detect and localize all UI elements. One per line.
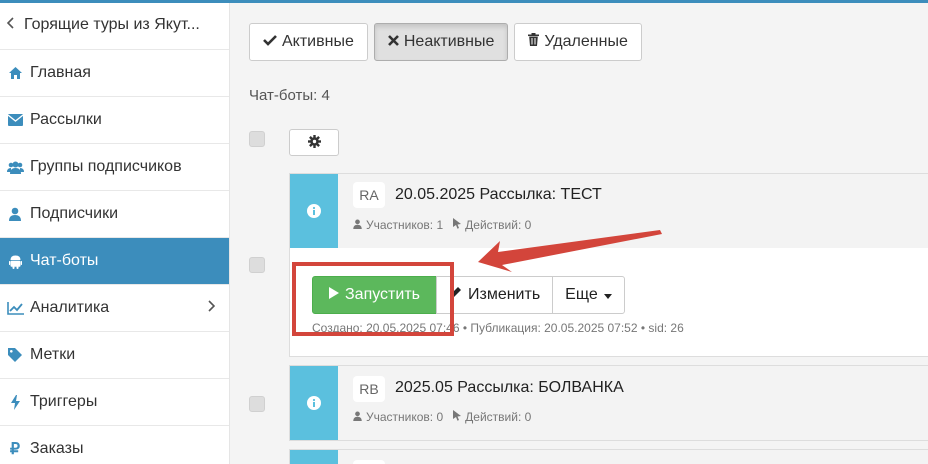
sidebar-item-chatbots[interactable]: Чат-боты (0, 238, 229, 285)
sidebar-item-mailings[interactable]: Рассылки (0, 97, 229, 144)
sidebar-item-label: Триггеры (30, 393, 98, 410)
participants-count: Участников: 0 (366, 410, 444, 424)
sidebar-item-label: Группы подписчиков (30, 158, 182, 175)
pointer-icon (453, 218, 462, 232)
sidebar-item-triggers[interactable]: Триггеры (0, 379, 229, 426)
home-icon (0, 66, 30, 80)
filter-inactive-label: Неактивные (403, 33, 495, 50)
user-icon (353, 410, 362, 424)
caret-down-icon (603, 286, 612, 304)
info-icon[interactable] (290, 366, 338, 440)
sidebar-item-tags[interactable]: Метки (0, 332, 229, 379)
project-name: Горящие туры из Якут... (24, 15, 200, 33)
info-strip (290, 450, 338, 464)
android-icon (0, 254, 30, 269)
info-icon[interactable] (290, 174, 338, 248)
chevron-left-icon (6, 16, 24, 33)
chatbot-card-header (338, 450, 928, 464)
filter-inactive-button[interactable]: Неактивные (373, 23, 509, 61)
chatbot-card-header: RA 20.05.2025 Рассылка: ТЕСТ Участников:… (338, 174, 928, 248)
chatbot-card: RB 2025.05 Рассылка: БОЛВАНКА Участников… (289, 365, 928, 441)
chatbot-count: Чат-боты: 4 (249, 87, 330, 104)
select-all-checkbox[interactable] (249, 131, 265, 147)
sidebar-item-label: Главная (30, 64, 91, 81)
sidebar-item-label: Заказы (30, 440, 84, 457)
filter-deleted-label: Удаленные (544, 33, 628, 50)
filter-deleted-button[interactable]: Удаленные (514, 23, 642, 61)
sidebar-item-home[interactable]: Главная (0, 50, 229, 97)
close-icon (387, 33, 399, 51)
pointer-icon (453, 410, 462, 424)
line-chart-icon (0, 301, 30, 315)
bot-badge: RB (353, 376, 385, 402)
filter-active-label: Активные (282, 33, 354, 50)
sidebar-item-subscriber-groups[interactable]: Группы подписчиков (0, 144, 229, 191)
main-content: Активные Неактивные Удаленные Чат-боты: … (231, 3, 928, 464)
bot-select-checkbox[interactable] (249, 257, 265, 273)
sidebar-item-subscribers[interactable]: Подписчики (0, 191, 229, 238)
chatbot-card-header: RB 2025.05 Рассылка: БОЛВАНКА Участников… (338, 366, 928, 440)
sidebar-item-label: Подписчики (30, 205, 119, 222)
sidebar-header[interactable]: Горящие туры из Якут... (0, 0, 229, 50)
participants-count: Участников: 1 (366, 218, 444, 232)
sidebar: Горящие туры из Якут... Главная Рассылки… (0, 0, 230, 464)
users-icon (0, 161, 30, 174)
top-accent-bar (0, 0, 928, 3)
filter-active-button[interactable]: Активные (249, 23, 368, 61)
more-dropdown-button[interactable]: Еще (552, 276, 625, 314)
ruble-icon: ₽ (9, 441, 21, 458)
actions-count: Действий: 0 (465, 218, 532, 232)
bot-badge: RA (353, 182, 385, 208)
envelope-icon (0, 114, 30, 126)
actions-count: Действий: 0 (465, 410, 532, 424)
bot-title[interactable]: 2025.05 Рассылка: БОЛВАНКА (395, 379, 624, 397)
bot-title[interactable]: 20.05.2025 Рассылка: ТЕСТ (395, 186, 602, 204)
bot-select-checkbox[interactable] (249, 396, 265, 412)
tag-icon (0, 348, 30, 362)
bulk-settings-button[interactable] (289, 129, 339, 156)
edit-label: Изменить (467, 286, 541, 303)
check-icon (263, 33, 277, 51)
bot-stats: Участников: 1 Действий: 0 (353, 218, 531, 232)
sidebar-item-analytics[interactable]: Аналитика (0, 285, 229, 332)
sidebar-item-label: Рассылки (30, 111, 102, 128)
more-label: Еще (565, 286, 598, 303)
user-icon (353, 218, 362, 232)
gear-icon (307, 134, 321, 151)
user-icon (0, 207, 30, 221)
bot-badge (353, 460, 385, 464)
sidebar-item-label: Чат-боты (30, 252, 99, 269)
sidebar-item-orders[interactable]: ₽ Заказы (0, 426, 229, 464)
bolt-icon (0, 394, 30, 410)
trash-icon (528, 33, 540, 51)
chevron-right-icon (207, 299, 216, 317)
annotation-highlight-box (292, 262, 454, 336)
status-filter-group: Активные Неактивные Удаленные (249, 23, 642, 61)
sidebar-item-label: Метки (30, 346, 76, 363)
bot-stats: Участников: 0 Действий: 0 (353, 410, 531, 424)
sidebar-item-label: Аналитика (30, 299, 110, 316)
chatbot-card (289, 449, 928, 464)
